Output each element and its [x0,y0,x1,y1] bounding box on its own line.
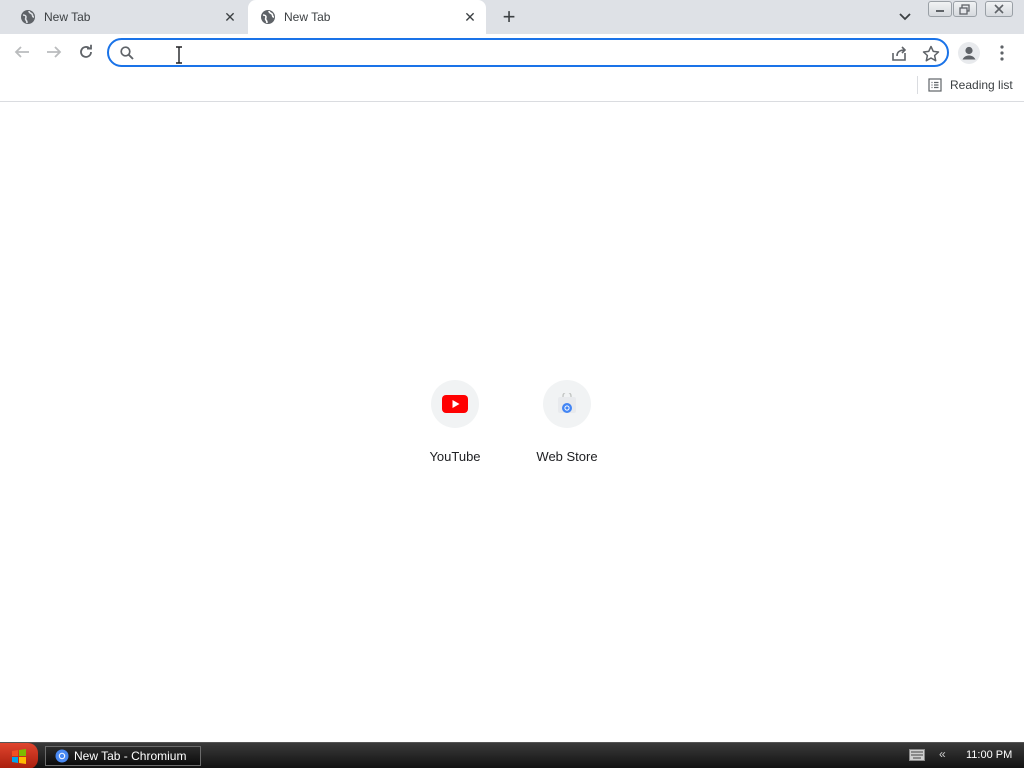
webstore-icon [558,393,576,413]
close-icon [994,4,1004,14]
toolbar [0,34,1024,70]
close-window-button[interactable] [985,1,1013,17]
bookmarks-separator [917,76,918,94]
tab-title: New Tab [44,10,91,24]
close-tab-icon[interactable]: ✕ [460,7,480,27]
tab-search-button[interactable] [894,7,916,27]
tab-title: New Tab [284,10,331,24]
keyboard-icon[interactable] [909,749,925,761]
reading-list-icon [928,78,942,92]
minimize-icon [936,10,944,12]
tab-new-tab-1[interactable]: New Tab ✕ [8,0,246,34]
avatar-icon [958,42,980,64]
share-icon[interactable] [889,44,909,64]
reload-button[interactable] [73,39,99,65]
new-tab-button[interactable]: + [496,4,522,29]
globe-icon [20,9,36,25]
restore-button[interactable] [953,1,977,17]
omnibox[interactable] [107,38,949,67]
shortcut-icon-circle [543,380,591,428]
shortcut-label: Web Store [536,449,598,464]
minimize-button[interactable] [928,1,952,17]
tray-expand-chevron[interactable]: « [939,747,946,761]
globe-icon [260,9,276,25]
restore-icon [959,3,970,15]
bookmarks-bar: Reading list [0,70,1024,102]
kebab-menu-icon [1000,45,1004,61]
shortcut-web-store[interactable]: Web Store [511,378,623,468]
arrow-right-icon [47,46,62,58]
text-cursor-icon [176,46,182,64]
taskbar-item-label: New Tab - Chromium [74,749,187,763]
close-tab-icon[interactable]: ✕ [220,7,240,27]
system-clock[interactable]: 11:00 PM [966,749,1012,761]
arrow-left-icon [14,46,29,58]
tab-new-tab-2[interactable]: New Tab ✕ [248,0,486,34]
back-button[interactable] [9,39,35,65]
shortcut-youtube[interactable]: YouTube [399,378,511,468]
bookmark-star-icon[interactable] [921,44,941,64]
reading-list-label: Reading list [950,78,1013,92]
profile-button[interactable] [957,41,981,65]
shortcut-label: YouTube [429,449,481,464]
chromium-icon [55,749,69,763]
shortcut-icon-circle [431,380,479,428]
youtube-icon [442,395,468,413]
omnibox-input[interactable] [143,44,883,62]
reading-list-button[interactable]: Reading list [928,74,1013,96]
chevron-down-icon [899,13,911,21]
start-button[interactable] [0,743,38,768]
forward-button[interactable] [41,39,67,65]
menu-button[interactable] [992,41,1012,65]
search-icon [120,46,134,60]
taskbar-item-chromium[interactable]: New Tab - Chromium [45,746,201,766]
tab-strip: New Tab ✕ New Tab ✕ + [0,0,1024,34]
windows-logo-icon [12,749,26,764]
taskbar: New Tab - Chromium « 11:00 PM [0,742,1024,768]
reload-icon [80,44,92,58]
